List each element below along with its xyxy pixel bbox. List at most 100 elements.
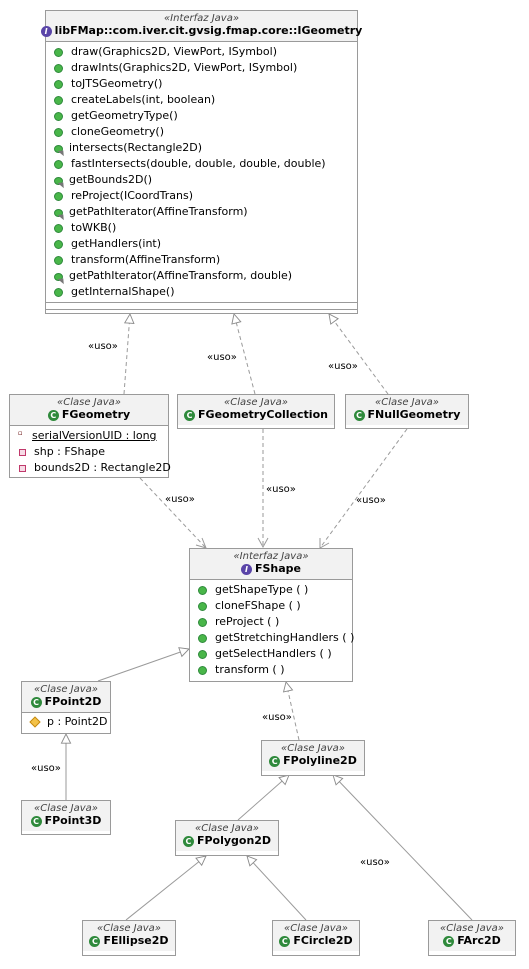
fpolygon2d-class-box[interactable]: «Clase Java» C FPolygon2D: [175, 820, 279, 856]
method-label: getSelectHandlers ( ): [215, 647, 332, 660]
class-name: FGeometry: [61, 408, 131, 421]
class-name: FArc2D: [457, 934, 501, 947]
method-row[interactable]: transform ( ): [190, 662, 352, 678]
fnullgeometry-class-box[interactable]: «Clase Java» C FNullGeometry: [345, 394, 469, 429]
edge-fnullgeometry-to-igeometry: [329, 314, 389, 395]
stereotype-label: «Interfaz Java»: [233, 551, 309, 562]
method-row[interactable]: drawInts(Graphics2D, ViewPort, ISymbol): [46, 60, 357, 76]
method-row[interactable]: getPathIterator(AffineTransform): [46, 204, 357, 220]
protected-field-icon: [29, 716, 41, 728]
class-name: FCircle2D: [293, 934, 353, 947]
method-row[interactable]: getInternalShape(): [46, 284, 357, 300]
fshape-interface-box[interactable]: «Interfaz Java» I FShape getShapeType ( …: [189, 548, 355, 682]
methods-compartment: draw(Graphics2D, ViewPort, ISymbol) drawI…: [46, 42, 357, 303]
farc2d-class-box[interactable]: «Clase Java» C FArc2D: [428, 920, 516, 956]
public-method-icon: [54, 79, 63, 89]
public-method-icon: [54, 255, 63, 265]
edge-fpoint2d-to-fshape: [97, 649, 189, 682]
uso-label: «uso»: [356, 495, 386, 506]
public-method-icon: [198, 633, 207, 643]
public-method-icon: [198, 649, 207, 659]
stereotype-label: «Clase Java»: [375, 397, 439, 408]
fpoint3d-class-box[interactable]: «Clase Java» C FPoint3D: [21, 800, 111, 835]
method-label: drawInts(Graphics2D, ViewPort, ISymbol): [71, 61, 298, 74]
method-row[interactable]: reProject ( ): [190, 614, 352, 630]
method-row[interactable]: getBounds2D(): [46, 172, 357, 188]
method-label: intersects(Rectangle2D): [69, 141, 203, 154]
class-name: FPoint3D: [44, 814, 102, 827]
static-field-icon: ⸋: [18, 430, 23, 441]
method-label: cloneGeometry(): [71, 125, 165, 138]
uso-label: «uso»: [328, 361, 358, 372]
method-row[interactable]: fastIntersects(double, double, double, d…: [46, 156, 357, 172]
stereotype-label: «Clase Java»: [440, 923, 504, 934]
method-row[interactable]: getShapeType ( ): [190, 582, 352, 598]
uso-label: «uso»: [207, 352, 237, 363]
public-method-icon: [54, 95, 63, 105]
field-row[interactable]: bounds2D : Rectangle2D: [10, 460, 171, 476]
method-row[interactable]: getSelectHandlers ( ): [190, 646, 352, 662]
igeometry-interface-box[interactable]: «Interfaz Java» I libFMap::com.iver.cit.…: [40, 10, 362, 314]
field-row[interactable]: p : Point2D: [22, 714, 110, 730]
field-row[interactable]: ⸋ serialVersionUID : long: [10, 428, 168, 444]
method-label: transform ( ): [215, 663, 285, 676]
method-row[interactable]: getPathIterator(AffineTransform, double): [46, 268, 357, 284]
method-row[interactable]: cloneFShape ( ): [190, 598, 352, 614]
edge-fgeometry-to-igeometry: [123, 314, 130, 395]
method-row[interactable]: reProject(ICoordTrans): [46, 188, 357, 204]
method-label: getShapeType ( ): [215, 583, 309, 596]
method-row[interactable]: getHandlers(int): [46, 236, 357, 252]
fgeometrycollection-class-box[interactable]: «Clase Java» C FGeometryCollection: [177, 394, 335, 429]
method-row[interactable]: toWKB(): [46, 220, 357, 236]
method-row[interactable]: getGeometryType(): [46, 108, 357, 124]
arrow-fnullgeometry-fshape: [319, 538, 330, 549]
method-label: getPathIterator(AffineTransform): [69, 205, 248, 218]
public-method-icon: [198, 601, 207, 611]
method-label: getBounds2D(): [69, 173, 153, 186]
stereotype-label: «Interfaz Java»: [163, 13, 239, 24]
method-label: getStretchingHandlers ( ): [215, 631, 355, 644]
method-label: getInternalShape(): [71, 285, 175, 298]
method-row[interactable]: cloneGeometry(): [46, 124, 357, 140]
class-name: FEllipse2D: [103, 934, 169, 947]
method-label: transform(AffineTransform): [71, 253, 221, 266]
public-method-icon: [54, 287, 63, 297]
method-label: getHandlers(int): [71, 237, 162, 250]
method-label: cloneFShape ( ): [215, 599, 301, 612]
public-method-icon: [54, 47, 63, 57]
method-label: createLabels(int, boolean): [71, 93, 216, 106]
abstract-method-icon: [54, 144, 63, 153]
public-method-icon: [54, 127, 63, 137]
public-method-icon: [198, 585, 207, 595]
class-icon: C: [30, 696, 42, 708]
private-field-icon: [19, 448, 26, 456]
public-method-icon: [198, 665, 207, 675]
class-icon: C: [184, 409, 196, 421]
field-row[interactable]: shp : FShape: [10, 444, 168, 460]
uso-label: «uso»: [266, 484, 296, 495]
fcircle2d-class-box[interactable]: «Clase Java» C FCircle2D: [272, 920, 360, 956]
method-row[interactable]: intersects(Rectangle2D): [46, 140, 357, 156]
uso-label: «uso»: [88, 341, 118, 352]
fpoint2d-class-box[interactable]: «Clase Java» C FPoint2D p : Point2D: [21, 681, 111, 734]
edge-fpolygon2d-to-fpolyline2d: [237, 775, 289, 821]
fgeometry-class-box[interactable]: «Clase Java» C FGeometry ⸋ serialVersionU…: [9, 394, 171, 478]
method-label: draw(Graphics2D, ViewPort, ISymbol): [71, 45, 277, 58]
abstract-method-icon: [54, 176, 63, 185]
fpoint2d-header: «Clase Java» C FPoint2D: [22, 682, 110, 713]
method-row[interactable]: transform(AffineTransform): [46, 252, 357, 268]
class-name: FPolygon2D: [196, 834, 272, 847]
fpolyline2d-class-box[interactable]: «Clase Java» C FPolyline2D: [261, 740, 365, 776]
method-row[interactable]: draw(Graphics2D, ViewPort, ISymbol): [46, 44, 357, 60]
stereotype-label: «Clase Java»: [57, 397, 121, 408]
method-row[interactable]: toJTSGeometry(): [46, 76, 357, 92]
stereotype-label: «Clase Java»: [195, 823, 259, 834]
method-row[interactable]: getStretchingHandlers ( ): [190, 630, 355, 646]
stereotype-label: «Clase Java»: [284, 923, 348, 934]
method-label: fastIntersects(double, double, double, d…: [71, 157, 326, 170]
stereotype-label: «Clase Java»: [224, 397, 288, 408]
method-row[interactable]: createLabels(int, boolean): [46, 92, 357, 108]
private-field-icon: [19, 464, 26, 472]
fellipse2d-class-box[interactable]: «Clase Java» C FEllipse2D: [82, 920, 176, 956]
method-label: toJTSGeometry(): [71, 77, 163, 90]
